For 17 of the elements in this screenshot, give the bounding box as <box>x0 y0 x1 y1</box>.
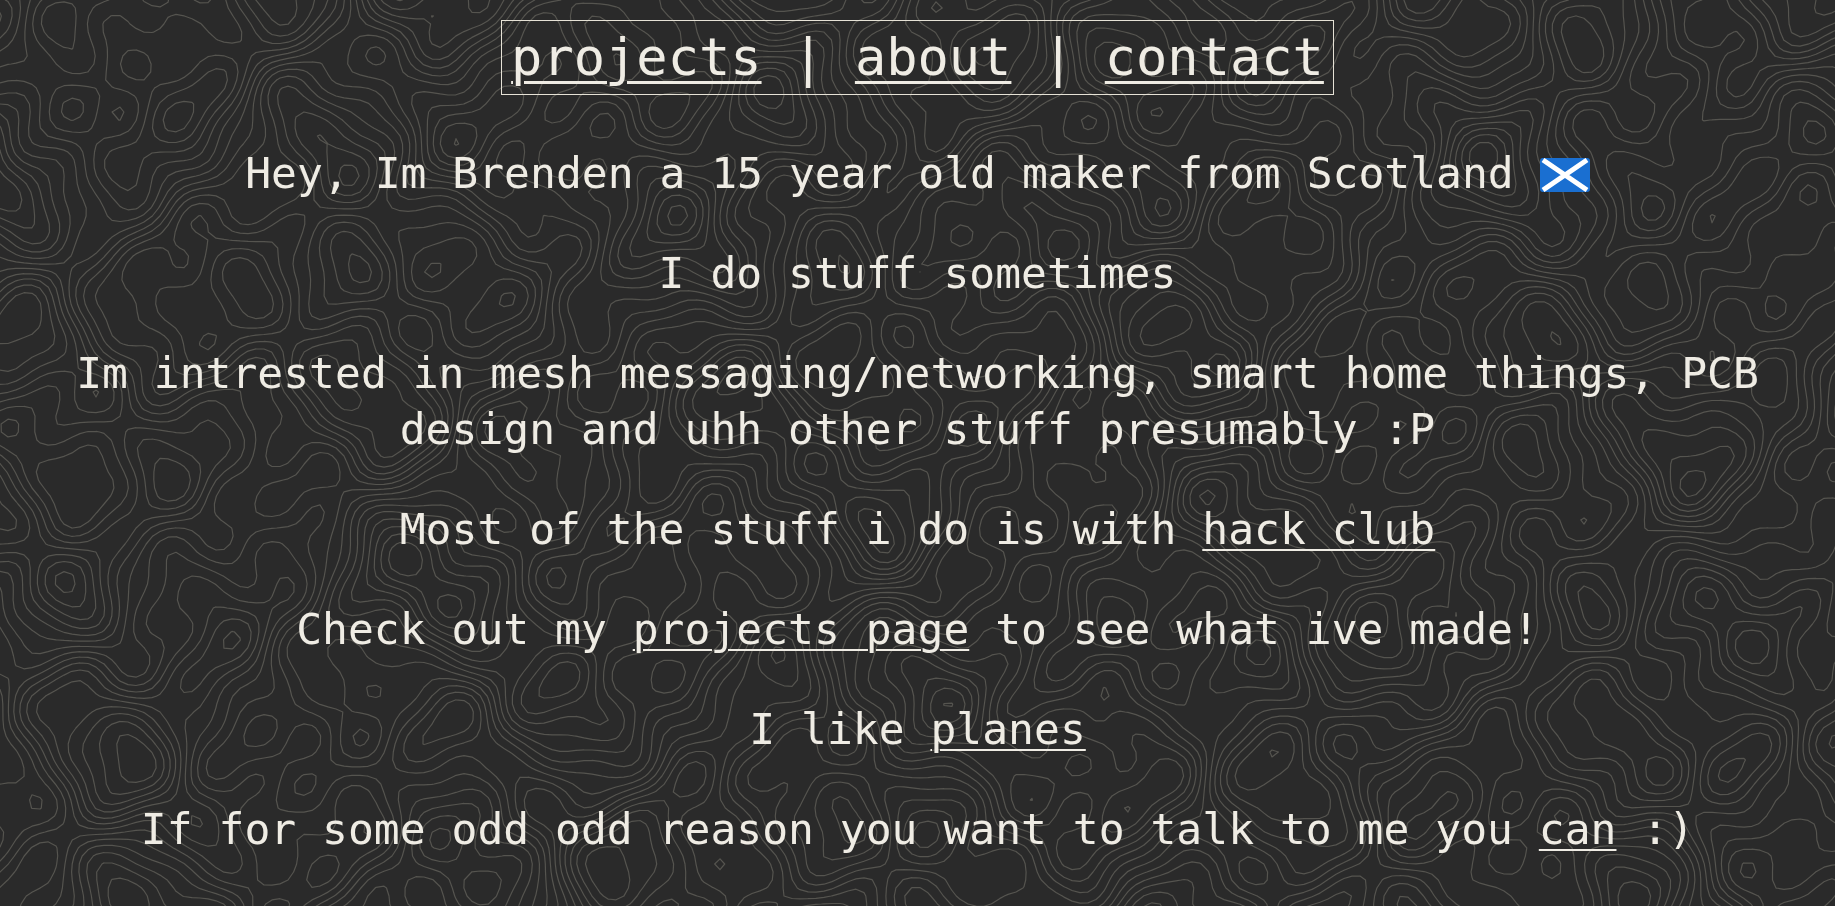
paragraph-text: Im intrested in mesh messaging/networking, smart home things, PCB design and uhh other stuff presumably :P <box>75 347 1760 456</box>
nav-link[interactable]: contact <box>1104 26 1324 89</box>
nav-link[interactable]: projects <box>511 26 762 89</box>
paragraph-text: I like planes <box>748 703 1087 756</box>
separator-text: | <box>1042 26 1074 89</box>
text-link[interactable]: planes <box>930 704 1086 754</box>
paragraph-text: If for some odd odd reason you want to talk to me you can :) <box>139 803 1696 856</box>
paragraph-text: Most of the stuff i do is with hack club <box>398 503 1437 556</box>
saltire-flag-icon <box>1539 158 1590 192</box>
separator-text: | <box>792 26 824 89</box>
nav-link[interactable]: about <box>854 26 1012 89</box>
paragraph-text: Check out my projects page to see what ive made! <box>295 603 1540 656</box>
paragraph-text: I do stuff sometimes <box>657 247 1178 300</box>
text-link[interactable]: projects page <box>632 604 970 654</box>
text-link[interactable]: can <box>1538 804 1617 854</box>
intro-text: Hey, Im Brenden a 15 year old maker from Scotland <box>245 148 1514 198</box>
text-link[interactable]: hack club <box>1202 504 1436 554</box>
